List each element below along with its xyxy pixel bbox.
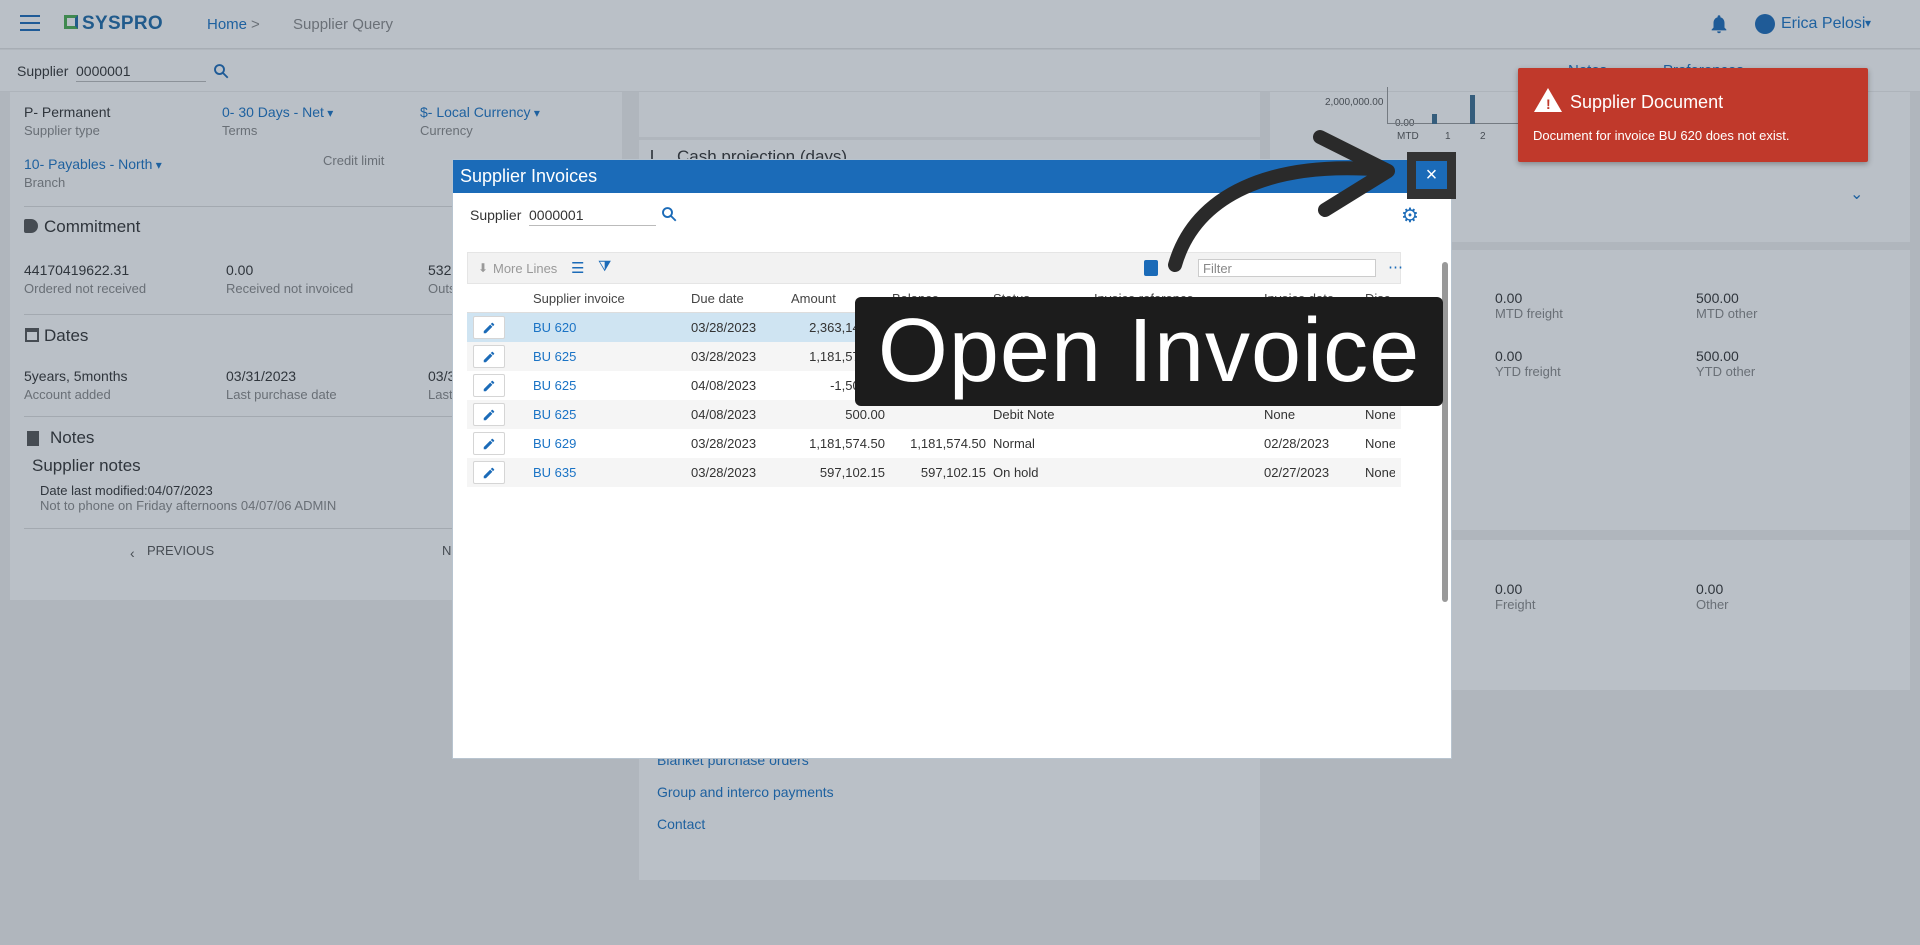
- due-date-cell: 04/08/2023: [691, 378, 757, 393]
- more-lines-button[interactable]: More Lines: [493, 261, 557, 276]
- dialog-title: Supplier Invoices: [460, 166, 598, 186]
- edit-pencil-icon[interactable]: [473, 432, 505, 455]
- invoice-link[interactable]: BU 620: [533, 320, 576, 335]
- amount-cell: 597,102.15: [819, 465, 885, 480]
- status-cell: Normal: [993, 436, 1035, 451]
- invoice-date-cell: 02/28/2023: [1264, 436, 1330, 451]
- discount-cell: None: [1365, 407, 1395, 422]
- due-date-cell: 03/28/2023: [691, 320, 757, 335]
- due-date-cell: 03/28/2023: [691, 349, 757, 364]
- table-row[interactable]: BU 629 03/28/2023 1,181,574.50 1,181,574.50…: [467, 429, 1401, 458]
- edit-pencil-icon[interactable]: [473, 461, 505, 484]
- column-header[interactable]: Due date: [691, 291, 744, 306]
- balance-cell: 597,102.15: [920, 465, 986, 480]
- toast-message: Document for invoice BU 620 does not exi…: [1533, 128, 1790, 143]
- edit-pencil-icon[interactable]: [473, 345, 505, 368]
- due-date-cell: 03/28/2023: [691, 465, 757, 480]
- supplier-input[interactable]: 0000001: [529, 207, 656, 226]
- supplier-search-icon[interactable]: [660, 205, 678, 228]
- invoice-link[interactable]: BU 625: [533, 378, 576, 393]
- close-dialog-button[interactable]: ×: [1416, 161, 1447, 189]
- edit-pencil-icon[interactable]: [473, 374, 505, 397]
- edit-pencil-icon[interactable]: [473, 403, 505, 426]
- status-cell: On hold: [993, 465, 1039, 480]
- invoice-link[interactable]: BU 629: [533, 436, 576, 451]
- invoice-date-cell: 02/27/2023: [1264, 465, 1330, 480]
- invoice-link[interactable]: BU 625: [533, 407, 576, 422]
- filter-icon[interactable]: ⧩: [598, 258, 611, 275]
- discount-cell: None: [1365, 436, 1395, 451]
- columns-icon[interactable]: ☰: [571, 259, 584, 277]
- amount-cell: 1,181,574.50: [809, 436, 885, 451]
- supplier-label: Supplier: [470, 207, 522, 223]
- balance-cell: 1,181,574.50: [910, 436, 986, 451]
- discount-cell: None: [1365, 465, 1395, 480]
- open-invoice-callout: Open Invoice: [855, 297, 1443, 406]
- invoice-link[interactable]: BU 635: [533, 465, 576, 480]
- due-date-cell: 04/08/2023: [691, 407, 757, 422]
- invoice-date-cell: None: [1264, 407, 1296, 422]
- error-toast: ! Supplier Document Document for invoice…: [1518, 68, 1868, 162]
- annotation-arrow-icon: [1168, 130, 1395, 272]
- column-header[interactable]: Amount: [791, 291, 836, 306]
- status-cell: Debit Note: [993, 407, 1055, 422]
- invoice-link[interactable]: BU 625: [533, 349, 576, 364]
- edit-pencil-icon[interactable]: [473, 316, 505, 339]
- amount-cell: 500.00: [845, 407, 885, 422]
- due-date-cell: 03/28/2023: [691, 436, 757, 451]
- column-header[interactable]: Supplier invoice: [533, 291, 625, 306]
- toast-title: Supplier Document: [1570, 92, 1724, 112]
- download-icon[interactable]: ⬇: [478, 261, 488, 275]
- table-row[interactable]: BU 635 03/28/2023 597,102.15 597,102.15 On h…: [467, 458, 1401, 487]
- close-icon: ×: [1425, 163, 1438, 186]
- pdf-icon[interactable]: [1144, 260, 1158, 276]
